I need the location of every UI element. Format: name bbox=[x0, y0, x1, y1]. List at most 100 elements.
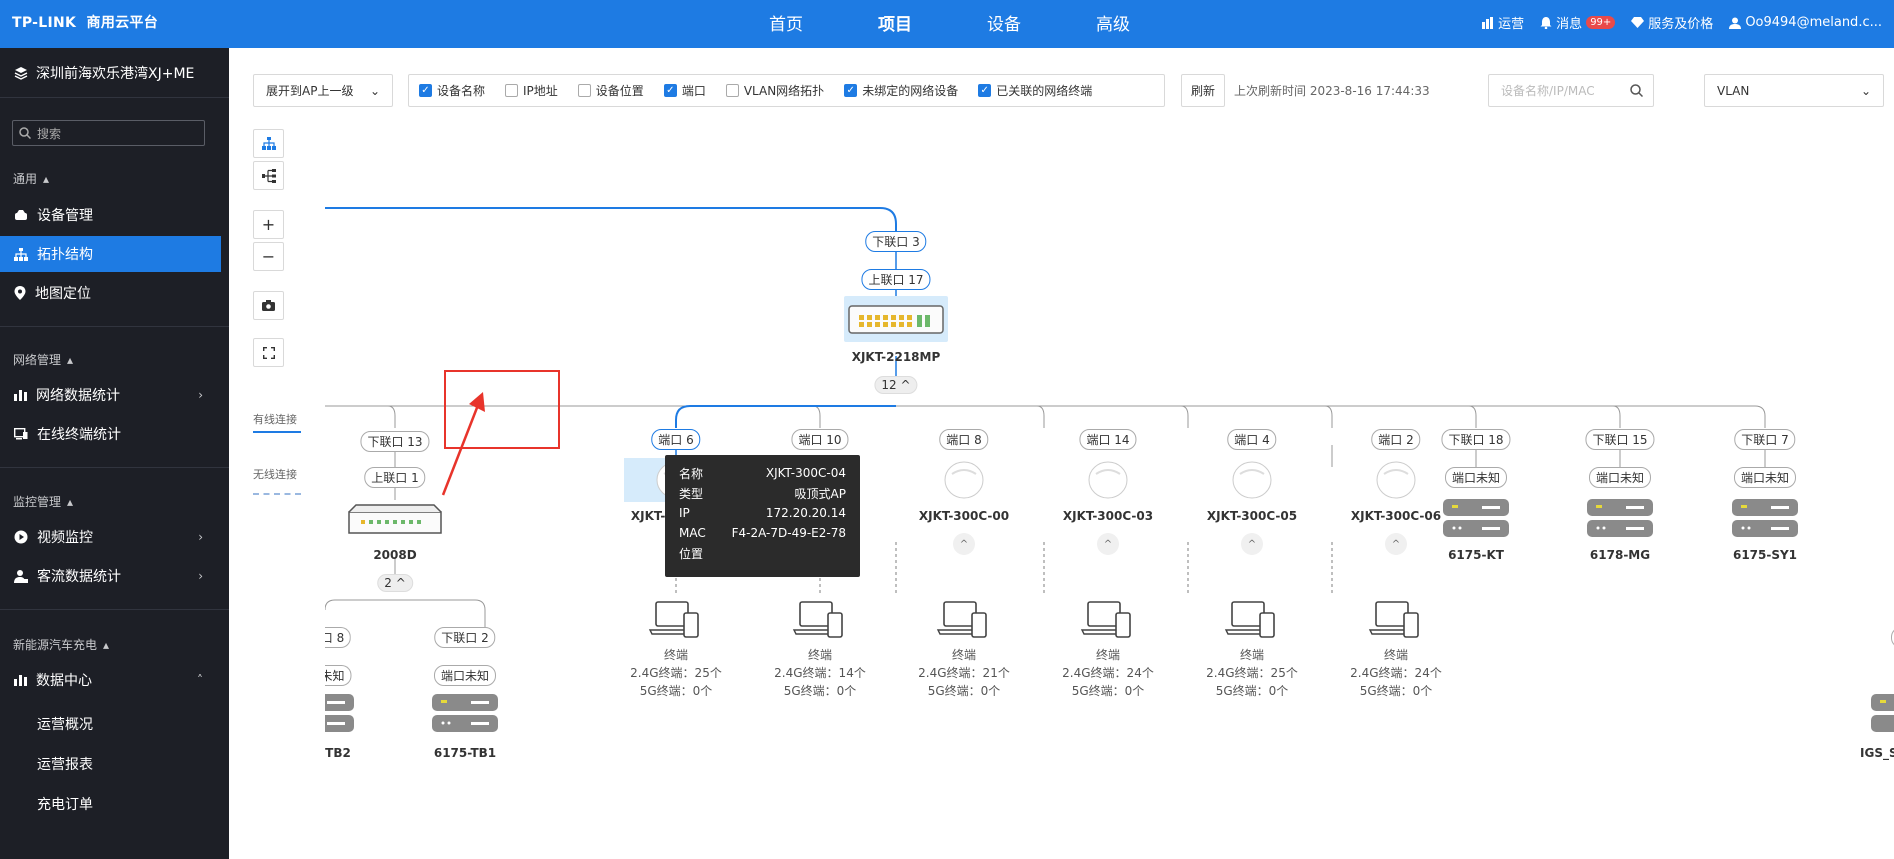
section-network[interactable]: 网络管理 ▴ bbox=[13, 351, 73, 368]
server-device[interactable] bbox=[1586, 498, 1654, 544]
screenshot-button[interactable] bbox=[253, 291, 284, 320]
server-port-label: 端口未知 bbox=[1588, 467, 1652, 488]
terminal-device[interactable] bbox=[1224, 598, 1280, 646]
subserver-1-port: 端口未知 bbox=[433, 665, 497, 686]
sidebar-item-network-stats[interactable]: 网络数据统计 › bbox=[0, 377, 221, 413]
ap-port-label: 端口 8 bbox=[939, 429, 989, 450]
server-icon bbox=[1871, 694, 1894, 732]
server-device-tb2[interactable] bbox=[325, 693, 355, 739]
root-collapse-toggle[interactable]: 12 ^ bbox=[874, 376, 918, 394]
server-device[interactable] bbox=[1442, 498, 1510, 544]
map-pin-icon bbox=[14, 286, 26, 300]
check-icon: ✓ bbox=[663, 84, 677, 97]
sidebar-subitem-charge-orders[interactable]: 充电订单 bbox=[37, 794, 93, 814]
server-device-6175-tb1[interactable] bbox=[431, 693, 499, 739]
server-name: 6175-SY1 bbox=[1732, 548, 1798, 562]
sidebar-item-online-terminal-stats[interactable]: 在线终端统计 bbox=[0, 416, 221, 452]
section-ev-charging[interactable]: 新能源汽车充电 ▴ bbox=[13, 636, 109, 653]
sidebar-item-video-monitor[interactable]: 视频监控 › bbox=[0, 519, 221, 555]
terminal-24g-count: 2.4G终端：21个 bbox=[918, 666, 1010, 680]
ops-link[interactable]: 运营 bbox=[1481, 13, 1524, 32]
ap-device[interactable] bbox=[1344, 458, 1448, 502]
site-selector[interactable]: 深圳前海欢乐港湾XJ+ME bbox=[0, 48, 229, 98]
switch2008-collapse-toggle[interactable]: 2 ^ bbox=[377, 574, 413, 592]
nav-home[interactable]: 首页 bbox=[769, 10, 803, 35]
laptop-phone-icon bbox=[648, 601, 699, 638]
switch-device-2008d[interactable] bbox=[346, 500, 444, 544]
ap-collapse-toggle[interactable]: ^ bbox=[1241, 533, 1263, 555]
checkbox-device-name[interactable]: ✓ 设备名称 bbox=[419, 82, 485, 99]
server-port-label: 端口未知 bbox=[1733, 467, 1797, 488]
device-search-input[interactable]: 设备名称/IP/MAC bbox=[1488, 74, 1654, 107]
ap-collapse-toggle[interactable]: ^ bbox=[1097, 533, 1119, 555]
checkbox-vlan-topology[interactable]: VLAN网络拓扑 bbox=[725, 82, 824, 99]
sidebar-item-data-center[interactable]: 数据中心 ˄ bbox=[0, 662, 221, 698]
sidebar-item-device-management[interactable]: 设备管理 bbox=[0, 197, 221, 233]
tree-layout-button[interactable] bbox=[253, 129, 284, 158]
section-monitor[interactable]: 监控管理 ▴ bbox=[13, 493, 73, 510]
checkbox-device-location[interactable]: 设备位置 bbox=[577, 82, 644, 99]
refresh-button[interactable]: 刷新 bbox=[1181, 74, 1225, 107]
nav-project[interactable]: 项目 bbox=[878, 10, 912, 35]
chevron-down-icon: ⌄ bbox=[369, 83, 380, 98]
ap-collapse-toggle[interactable]: ^ bbox=[1385, 533, 1407, 555]
zoom-out-button[interactable]: − bbox=[253, 242, 284, 271]
topology-canvas[interactable]: 下联口 3 上联口 17 XJKT-2218MP 12 ^ 下联口 13 上联口… bbox=[325, 120, 1894, 859]
sidebar-item-map-location[interactable]: 地图定位 bbox=[0, 275, 221, 311]
ap-device[interactable] bbox=[1056, 458, 1160, 502]
section-general[interactable]: 通用 ▴ bbox=[13, 170, 49, 187]
terminal-info: 终端 2.4G终端：25个 5G终端：0个 bbox=[630, 646, 722, 700]
ap-device[interactable] bbox=[912, 458, 1016, 502]
top-navbar: TP-LINK 商用云平台 首页 项目 设备 高级 运营 消息 99+ 服务及价… bbox=[0, 0, 1894, 48]
terminal-label: 终端 bbox=[663, 648, 688, 662]
server-device-edge[interactable] bbox=[1870, 693, 1894, 739]
server-device[interactable] bbox=[1731, 498, 1799, 544]
chevron-up-icon: ^ bbox=[959, 538, 969, 550]
ap-device[interactable] bbox=[1200, 458, 1304, 502]
brand-logo[interactable]: TP-LINK 商用云平台 bbox=[12, 12, 158, 32]
horizontal-layout-button[interactable] bbox=[253, 161, 284, 190]
check-icon: ✓ bbox=[978, 84, 992, 97]
user-menu[interactable]: Oo9494@meland.c... bbox=[1729, 15, 1882, 30]
chart-icon bbox=[1482, 16, 1494, 29]
sidebar-item-label: 网络数据统计 bbox=[36, 388, 120, 404]
sidebar-subitem-ops-report[interactable]: 运营报表 bbox=[37, 754, 93, 774]
nav-device[interactable]: 设备 bbox=[987, 10, 1021, 35]
laptop-phone-icon bbox=[792, 601, 843, 638]
terminal-5g-count: 5G终端：0个 bbox=[639, 684, 713, 698]
terminal-device[interactable] bbox=[648, 598, 704, 646]
device-tooltip: 名称 XJKT-300C-04 类型 吸顶式AP IP 172.20.20.14 MA… bbox=[665, 455, 860, 577]
ap-collapse-toggle[interactable]: ^ bbox=[953, 533, 975, 555]
divider bbox=[0, 467, 229, 468]
subserver-0-port: 未知 bbox=[325, 665, 352, 686]
terminal-device[interactable] bbox=[1080, 598, 1136, 646]
terminal-device[interactable] bbox=[1368, 598, 1424, 646]
sidebar-subitem-ops-overview[interactable]: 运营概况 bbox=[37, 714, 93, 734]
chevron-right-icon: › bbox=[198, 530, 203, 544]
expand-level-select[interactable]: 展开到AP上一级 ⌄ bbox=[253, 74, 393, 107]
nav-advanced[interactable]: 高级 bbox=[1096, 10, 1130, 35]
sidebar-item-label: 客流数据统计 bbox=[37, 569, 121, 585]
fullscreen-button[interactable] bbox=[253, 338, 284, 367]
caret-up-icon: ▴ bbox=[67, 494, 74, 509]
sidebar-item-traffic-stats[interactable]: 客流数据统计 › bbox=[0, 558, 221, 594]
service-price-link[interactable]: 服务及价格 bbox=[1631, 13, 1713, 32]
sidebar-item-topology[interactable]: 拓扑结构 bbox=[0, 236, 221, 272]
server-downlink-label: 下联口 15 bbox=[1585, 429, 1655, 450]
vlan-select[interactable]: VLAN ⌄ bbox=[1704, 74, 1884, 107]
switch-device-root[interactable] bbox=[844, 296, 948, 342]
sidebar-item-label: 在线终端统计 bbox=[37, 427, 121, 443]
chevron-down-icon: ⌄ bbox=[1860, 83, 1871, 98]
messages-link[interactable]: 消息 99+ bbox=[1540, 13, 1616, 32]
checkbox-linked-terminals[interactable]: ✓ 已关联的网络终端 bbox=[978, 82, 1092, 99]
ap-name: XJKT-300C-06 bbox=[1350, 509, 1442, 523]
checkbox-ip-address[interactable]: IP地址 bbox=[505, 82, 558, 99]
terminal-device[interactable] bbox=[936, 598, 992, 646]
checkbox-unbound-devices[interactable]: ✓ 未绑定的网络设备 bbox=[844, 82, 958, 99]
subserver-1-name: 6175-TB1 bbox=[433, 746, 497, 760]
zoom-in-button[interactable]: + bbox=[253, 210, 284, 239]
switch2008-name: 2008D bbox=[373, 548, 417, 562]
sidebar-search-input[interactable]: 搜索 bbox=[12, 120, 205, 146]
terminal-device[interactable] bbox=[792, 598, 848, 646]
checkbox-port[interactable]: ✓ 端口 bbox=[663, 82, 706, 99]
